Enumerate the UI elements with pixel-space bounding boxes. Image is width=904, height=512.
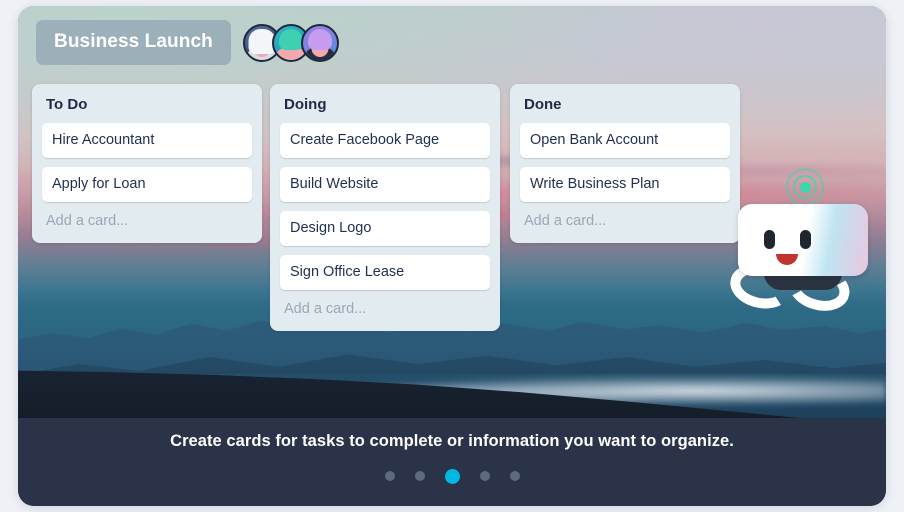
footer-bar: Create cards for tasks to complete or in… [18, 418, 886, 506]
board-title[interactable]: Business Launch [36, 20, 231, 65]
column-title[interactable]: Doing [280, 94, 490, 113]
board-card[interactable]: Open Bank Account [520, 123, 730, 158]
robot-beacon-icon [786, 168, 824, 206]
board-card[interactable]: Sign Office Lease [280, 255, 490, 290]
board-column-doing[interactable]: Doing Create Facebook Page Build Website… [270, 84, 500, 331]
pagination-dot-active[interactable] [444, 468, 460, 484]
add-card-button[interactable]: Add a card... [42, 211, 252, 241]
avatar[interactable] [300, 23, 339, 62]
board-member-avatars [242, 23, 339, 62]
board-card[interactable]: Build Website [280, 167, 490, 202]
board-card[interactable]: Apply for Loan [42, 167, 252, 202]
slide-caption: Create cards for tasks to complete or in… [170, 432, 734, 450]
robot-beacon-ring [793, 175, 817, 199]
board-card[interactable]: Hire Accountant [42, 123, 252, 158]
pagination-dot[interactable] [384, 471, 395, 481]
avatar-hair [307, 28, 332, 50]
pagination-dots [384, 468, 520, 484]
pagination-dot[interactable] [509, 471, 520, 481]
pagination-dot[interactable] [479, 471, 490, 481]
robot-beacon-core [799, 181, 811, 193]
add-card-button[interactable]: Add a card... [280, 299, 490, 329]
robot-head [738, 204, 868, 276]
pagination-dot[interactable] [414, 471, 425, 481]
board-column-done[interactable]: Done Open Bank Account Write Business Pl… [510, 84, 740, 243]
robot-mascot [724, 168, 884, 318]
add-card-button[interactable]: Add a card... [520, 211, 730, 241]
robot-eye-right [800, 230, 811, 249]
board-card[interactable]: Create Facebook Page [280, 123, 490, 158]
column-title[interactable]: To Do [42, 94, 252, 113]
column-title[interactable]: Done [520, 94, 730, 113]
robot-mouth [776, 254, 798, 265]
board-card[interactable]: Write Business Plan [520, 167, 730, 202]
board-column-to-do[interactable]: To Do Hire Accountant Apply for Loan Add… [32, 84, 262, 243]
board-card[interactable]: Design Logo [280, 211, 490, 246]
avatar-hair [278, 28, 303, 50]
onboarding-slide-card: Business Launch To Do Hire Accountant Ap… [18, 6, 886, 506]
board-header: Business Launch [36, 20, 339, 65]
robot-eye-left [764, 230, 775, 249]
